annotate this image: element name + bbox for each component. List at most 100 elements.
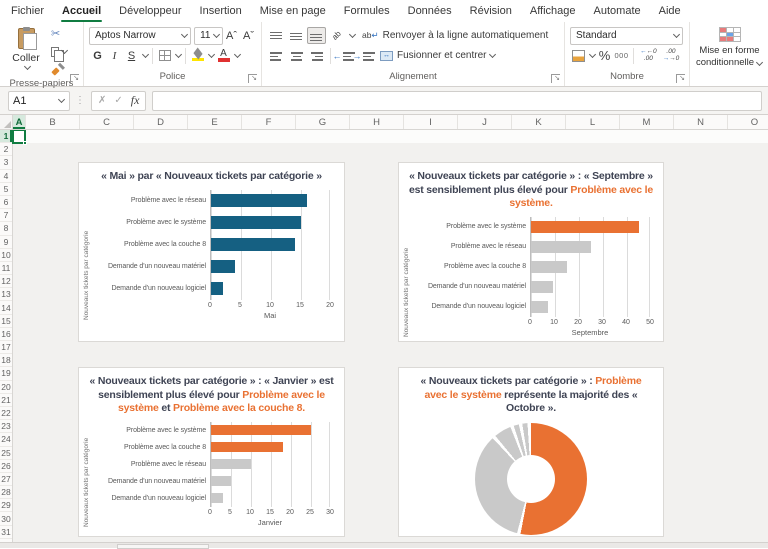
orientation-button[interactable]: ab [327, 27, 346, 44]
row-header-10[interactable]: 10 [0, 249, 12, 262]
accounting-format-button[interactable] [571, 47, 586, 64]
column-header-G[interactable]: G [296, 115, 350, 129]
tab-insertion[interactable]: Insertion [191, 0, 251, 22]
row-header-21[interactable]: 21 [0, 394, 12, 407]
tab-affichage[interactable]: Affichage [521, 0, 585, 22]
row-header-28[interactable]: 28 [0, 486, 12, 500]
row-header-6[interactable]: 6 [0, 196, 12, 210]
cancel-icon[interactable]: ✗ [98, 95, 106, 106]
column-header-N[interactable]: N [674, 115, 728, 129]
increase-indent-button[interactable]: → [353, 47, 375, 64]
row-header-11[interactable]: 11 [0, 262, 12, 276]
align-right-button[interactable] [307, 47, 326, 64]
align-top-button[interactable] [267, 27, 286, 44]
enter-icon[interactable]: ✓ [114, 95, 122, 106]
tab-aide[interactable]: Aide [650, 0, 690, 22]
increase-decimal-button[interactable]: ←←0.00 [640, 48, 657, 62]
column-header-I[interactable]: I [404, 115, 458, 129]
row-header-5[interactable]: 5 [0, 183, 12, 196]
row-header-2[interactable]: 2 [0, 143, 12, 157]
row-header-30[interactable]: 30 [0, 512, 12, 526]
column-header-A[interactable]: A [13, 115, 26, 129]
dialog-launcher-icon[interactable]: ↘ [248, 74, 257, 83]
comma-style-button[interactable]: 000 [614, 47, 629, 64]
select-all-corner[interactable] [0, 115, 13, 129]
row-header-1[interactable]: 1 [0, 130, 12, 144]
italic-button[interactable]: I [107, 47, 122, 64]
active-cell-a1[interactable] [12, 130, 27, 145]
row-header-12[interactable]: 12 [0, 275, 12, 289]
conditional-formatting-button[interactable]: Mise en forme conditionnelle [695, 26, 764, 86]
align-bottom-button[interactable] [307, 27, 326, 44]
tab-automate[interactable]: Automate [585, 0, 650, 22]
chevron-down-icon[interactable] [348, 30, 357, 39]
decrease-indent-button[interactable]: ← [333, 47, 355, 64]
borders-button[interactable] [157, 47, 172, 64]
row-header-23[interactable]: 23 [0, 420, 12, 434]
row-header-7[interactable]: 7 [0, 209, 12, 223]
format-painter-button[interactable] [51, 60, 68, 77]
fill-handle[interactable] [23, 140, 27, 145]
fill-color-button[interactable] [190, 47, 205, 64]
column-header-K[interactable]: K [512, 115, 566, 129]
chevron-down-icon[interactable] [233, 50, 242, 59]
row-header-19[interactable]: 19 [0, 367, 12, 381]
underline-button[interactable]: S [124, 47, 139, 64]
column-header-E[interactable]: E [188, 115, 242, 129]
row-header-31[interactable]: 31 [0, 526, 12, 539]
row-header-22[interactable]: 22 [0, 407, 12, 421]
tab-fichier[interactable]: Fichier [2, 0, 53, 22]
insert-function-icon[interactable]: fx [131, 93, 140, 108]
align-middle-button[interactable] [287, 27, 306, 44]
column-header-F[interactable]: F [242, 115, 296, 129]
formula-bar-splitter[interactable]: ⋮ [75, 95, 86, 106]
row-header-15[interactable]: 15 [0, 315, 12, 328]
tab-revision[interactable]: Révision [461, 0, 521, 22]
row-header-14[interactable]: 14 [0, 301, 12, 315]
row-header-24[interactable]: 24 [0, 433, 12, 447]
paste-button[interactable]: Coller [5, 26, 47, 77]
dialog-launcher-icon[interactable]: ↘ [676, 74, 685, 83]
formula-input[interactable] [152, 90, 762, 111]
wrap-text-button[interactable]: ab↵ Renvoyer à la ligne automatiquement [362, 30, 548, 41]
number-format-select[interactable]: Standard [570, 26, 683, 45]
row-header-9[interactable]: 9 [0, 236, 12, 249]
percent-style-button[interactable]: % [597, 47, 612, 64]
column-header-C[interactable]: C [80, 115, 134, 129]
cut-button[interactable]: ✂ [51, 26, 68, 43]
decrease-font-button[interactable]: Aˇ [241, 27, 256, 44]
column-header-H[interactable]: H [350, 115, 404, 129]
row-header-25[interactable]: 25 [0, 447, 12, 460]
row-header-16[interactable]: 16 [0, 328, 12, 341]
column-header-B[interactable]: B [26, 115, 80, 129]
row-header-20[interactable]: 20 [0, 381, 12, 394]
column-header-L[interactable]: L [566, 115, 620, 129]
align-left-button[interactable] [267, 47, 286, 64]
chart-card-janvier[interactable]: « Nouveaux tickets par catégorie » : « J… [78, 367, 345, 537]
tab-donnees[interactable]: Données [399, 0, 461, 22]
chart-card-mai[interactable]: « Mai » par « Nouveaux tickets par catég… [78, 162, 345, 342]
row-header-4[interactable]: 4 [0, 170, 12, 183]
row-header-26[interactable]: 26 [0, 460, 12, 473]
tab-formules[interactable]: Formules [335, 0, 399, 22]
column-header-J[interactable]: J [458, 115, 512, 129]
align-center-button[interactable] [287, 47, 306, 64]
row-header-18[interactable]: 18 [0, 354, 12, 368]
dialog-launcher-icon[interactable]: ↘ [551, 74, 560, 83]
decrease-decimal-button[interactable]: .00 →→0 [663, 48, 680, 62]
row-header-3[interactable]: 3 [0, 156, 12, 170]
row-header-13[interactable]: 13 [0, 288, 12, 302]
tab-accueil[interactable]: Accueil [53, 0, 110, 22]
column-header-M[interactable]: M [620, 115, 674, 129]
row-header-29[interactable]: 29 [0, 499, 12, 513]
bold-button[interactable]: G [90, 47, 105, 64]
name-box[interactable]: A1 [8, 90, 70, 111]
horizontal-scrollbar[interactable] [117, 544, 209, 549]
increase-font-button[interactable]: Aˆ [224, 27, 239, 44]
tab-developpeur[interactable]: Développeur [110, 0, 190, 22]
dialog-launcher-icon[interactable]: ↘ [70, 74, 79, 83]
font-color-button[interactable]: A [216, 47, 231, 64]
tab-mise-en-page[interactable]: Mise en page [251, 0, 335, 22]
chart-card-octobre[interactable]: « Nouveaux tickets par catégorie » : Pro… [398, 367, 664, 537]
row-header-8[interactable]: 8 [0, 222, 12, 236]
